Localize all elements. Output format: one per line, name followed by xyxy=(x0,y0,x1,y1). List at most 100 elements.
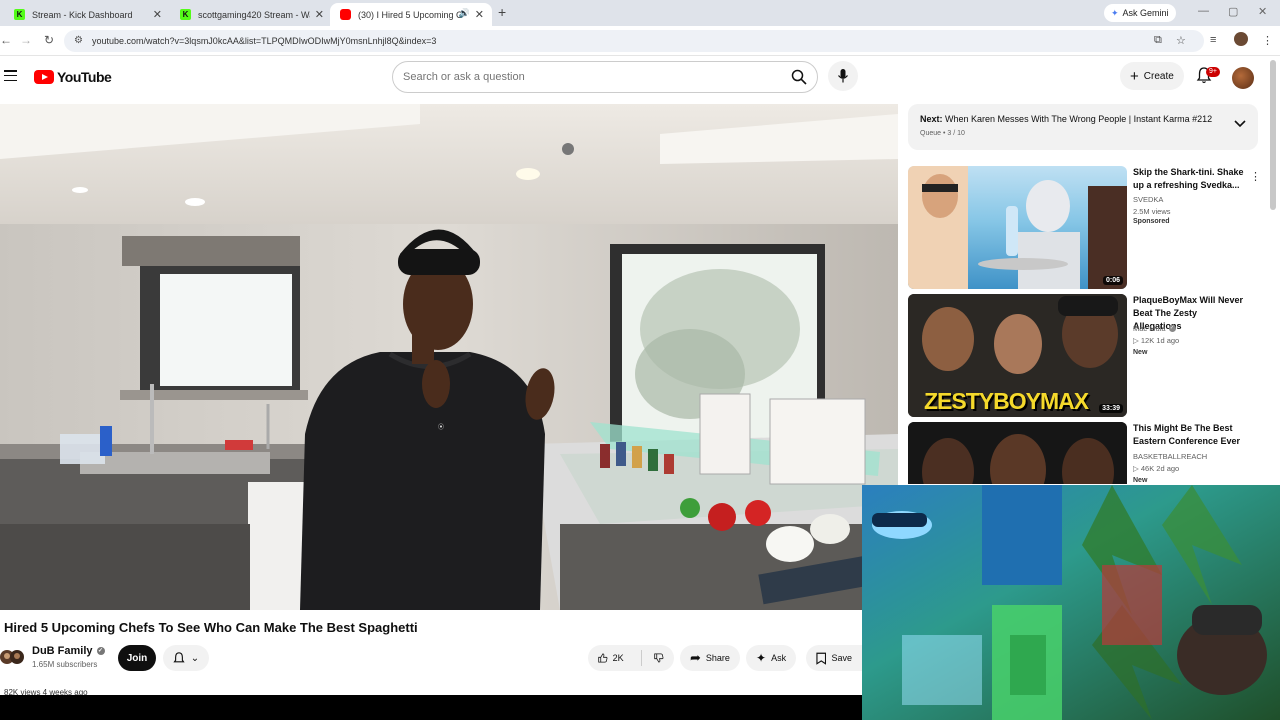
next-title: When Karen Messes With The Wrong People … xyxy=(945,114,1213,124)
video-duration: 33:39 xyxy=(1099,404,1123,413)
voice-search-button[interactable] xyxy=(828,61,858,91)
recommended-video[interactable]: ZESTYBOYMAX 33:39 PlaqueBoyMax Will Neve… xyxy=(908,294,1258,418)
gemini-icon: ✦ xyxy=(1111,7,1119,18)
url-field[interactable]: youtube.com/watch?v=3lqsmJ0kcAA&list=TLP… xyxy=(64,30,1204,52)
video-duration: 0:06 xyxy=(1102,276,1123,285)
page-scrollbar[interactable] xyxy=(1270,60,1276,210)
recommendation-meta: ▷ 12K 1d ago xyxy=(1133,336,1180,345)
recommendation-meta: ▷ 46K 2d ago xyxy=(1133,464,1180,473)
video-player[interactable]: ⦿ xyxy=(0,104,898,610)
thumbnail-image xyxy=(908,422,1127,484)
like-divider xyxy=(640,650,642,666)
site-info-icon[interactable]: ⚙ xyxy=(74,35,83,46)
thumbnail-caption: ZESTYBOYMAX xyxy=(924,388,1089,414)
chevron-down-icon[interactable] xyxy=(1234,120,1246,128)
youtube-icon xyxy=(340,9,351,20)
channel-label: Mac Mula xyxy=(1133,324,1166,333)
channel-avatar[interactable] xyxy=(0,647,24,667)
close-icon[interactable]: ✕ xyxy=(475,8,484,21)
video-thumbnail[interactable] xyxy=(908,422,1127,484)
tab-kick-dashboard[interactable]: K Stream - Kick Dashboard ✕ xyxy=(0,3,170,26)
recommendation-title: Skip the Shark-tini. Shake up a refreshi… xyxy=(1133,167,1244,190)
youtube-logo[interactable]: YouTube xyxy=(34,69,112,85)
sparkle-icon: ✦ xyxy=(756,651,767,665)
like-count: 2K xyxy=(612,653,624,663)
address-bar-row: ← → ↻ youtube.com/watch?v=3lqsmJ0kcAA&li… xyxy=(0,26,1280,56)
account-avatar[interactable] xyxy=(1232,67,1254,89)
verified-icon: ✓ xyxy=(1168,325,1176,332)
queue-position: Queue • 3 / 10 xyxy=(920,130,965,137)
verified-icon: ✓ xyxy=(96,647,105,655)
thumbs-down-icon[interactable] xyxy=(654,651,664,665)
bookmark-star-icon[interactable]: ☆ xyxy=(1176,34,1186,47)
recommendation-title: This Might Be The Best Eastern Conferenc… xyxy=(1133,423,1241,446)
bell-icon xyxy=(173,652,185,663)
search-box[interactable] xyxy=(392,61,818,93)
recommendation-meta: 2.5M views xyxy=(1133,207,1171,216)
menu-icon[interactable] xyxy=(4,70,17,81)
new-badge: New xyxy=(1133,349,1148,356)
tab-youtube-video[interactable]: (30) I Hired 5 Upcoming Chefs 🔊 ✕ xyxy=(330,3,492,26)
youtube-wordmark: YouTube xyxy=(57,69,112,85)
save-button[interactable]: Save xyxy=(806,645,862,671)
next-prefix: Next: xyxy=(920,114,943,124)
up-next-label: Next: When Karen Messes With The Wrong P… xyxy=(920,114,1212,124)
ask-gemini-label: Ask Gemini xyxy=(1122,8,1169,18)
search-input[interactable] xyxy=(403,62,773,92)
more-vert-icon[interactable]: ⋮ xyxy=(1250,170,1261,183)
recommendation-channel: SVEDKA xyxy=(1133,195,1164,204)
install-app-icon[interactable]: ⧉ xyxy=(1154,34,1162,47)
recommended-video-ad[interactable]: 0:06 Skip the Shark-tini. Shake up a ref… xyxy=(908,166,1261,290)
join-button[interactable]: Join xyxy=(118,645,156,671)
new-tab-button[interactable]: + xyxy=(498,4,506,20)
channel-name[interactable]: DuB Family ✓ xyxy=(32,645,105,657)
chevron-down-icon: ⌄ xyxy=(190,652,200,664)
subscriber-count: 1.65M subscribers xyxy=(32,660,98,669)
reading-list-icon[interactable]: ≡ xyxy=(1210,34,1216,46)
new-badge: New xyxy=(1133,477,1148,484)
back-icon[interactable]: ← xyxy=(0,33,12,47)
share-label: Share xyxy=(705,653,730,663)
thumbs-up-icon xyxy=(598,653,608,663)
create-label: Create xyxy=(1143,70,1174,82)
forward-icon[interactable]: → xyxy=(20,33,32,47)
create-button[interactable]: + Create xyxy=(1120,62,1184,90)
webcam-image xyxy=(862,485,1280,720)
recommended-video[interactable]: This Might Be The Best Eastern Conferenc… xyxy=(908,422,1258,484)
thumbnail-image xyxy=(908,166,1127,289)
up-next-card[interactable]: Next: When Karen Messes With The Wrong P… xyxy=(908,104,1258,150)
close-icon[interactable]: ✕ xyxy=(153,8,162,21)
search-icon[interactable] xyxy=(791,69,807,85)
share-arrow-icon: ➦ xyxy=(690,650,701,665)
shirt-logo: ⦿ xyxy=(438,424,444,431)
youtube-header: YouTube + Create 9+ xyxy=(0,56,1280,100)
tab-kick-stream[interactable]: K scottgaming420 Stream - Watch ✕ xyxy=(166,3,332,26)
minimize-icon[interactable]: — xyxy=(1198,5,1209,17)
kick-icon: K xyxy=(180,9,191,20)
microphone-icon xyxy=(838,69,848,83)
profile-avatar-icon[interactable] xyxy=(1234,32,1248,46)
share-button[interactable]: ➦ Share xyxy=(680,645,740,671)
kick-icon: K xyxy=(14,9,25,20)
save-label: Save xyxy=(831,653,852,663)
ask-gemini-button[interactable]: ✦ Ask Gemini xyxy=(1104,4,1176,22)
bookmark-icon xyxy=(816,652,827,665)
browser-tab-bar: K Stream - Kick Dashboard ✕ K scottgamin… xyxy=(0,0,1280,26)
more-vert-icon[interactable]: ⋮ xyxy=(1262,34,1273,47)
channel-name-label: DuB Family xyxy=(32,645,93,657)
ask-button[interactable]: ✦ Ask xyxy=(746,645,797,671)
like-button[interactable]: 2K xyxy=(588,645,674,671)
video-thumbnail[interactable]: 0:06 xyxy=(908,166,1127,289)
maximize-icon[interactable]: ▢ xyxy=(1228,5,1238,18)
video-thumbnail[interactable]: ZESTYBOYMAX 33:39 xyxy=(908,294,1127,417)
reload-icon[interactable]: ↻ xyxy=(44,33,54,47)
close-window-icon[interactable]: ✕ xyxy=(1258,5,1267,18)
tab-title: scottgaming420 Stream - Watch xyxy=(198,9,310,20)
youtube-play-icon xyxy=(34,70,54,84)
tab-title: (30) I Hired 5 Upcoming Chefs xyxy=(358,9,462,20)
notification-settings-button[interactable]: ⌄ xyxy=(163,645,209,671)
plus-icon: + xyxy=(1130,67,1139,85)
close-icon[interactable]: ✕ xyxy=(315,8,324,21)
recommendation-channel: BASKETBALLREACH xyxy=(1133,452,1208,461)
speaker-icon[interactable]: 🔊 xyxy=(459,8,470,19)
